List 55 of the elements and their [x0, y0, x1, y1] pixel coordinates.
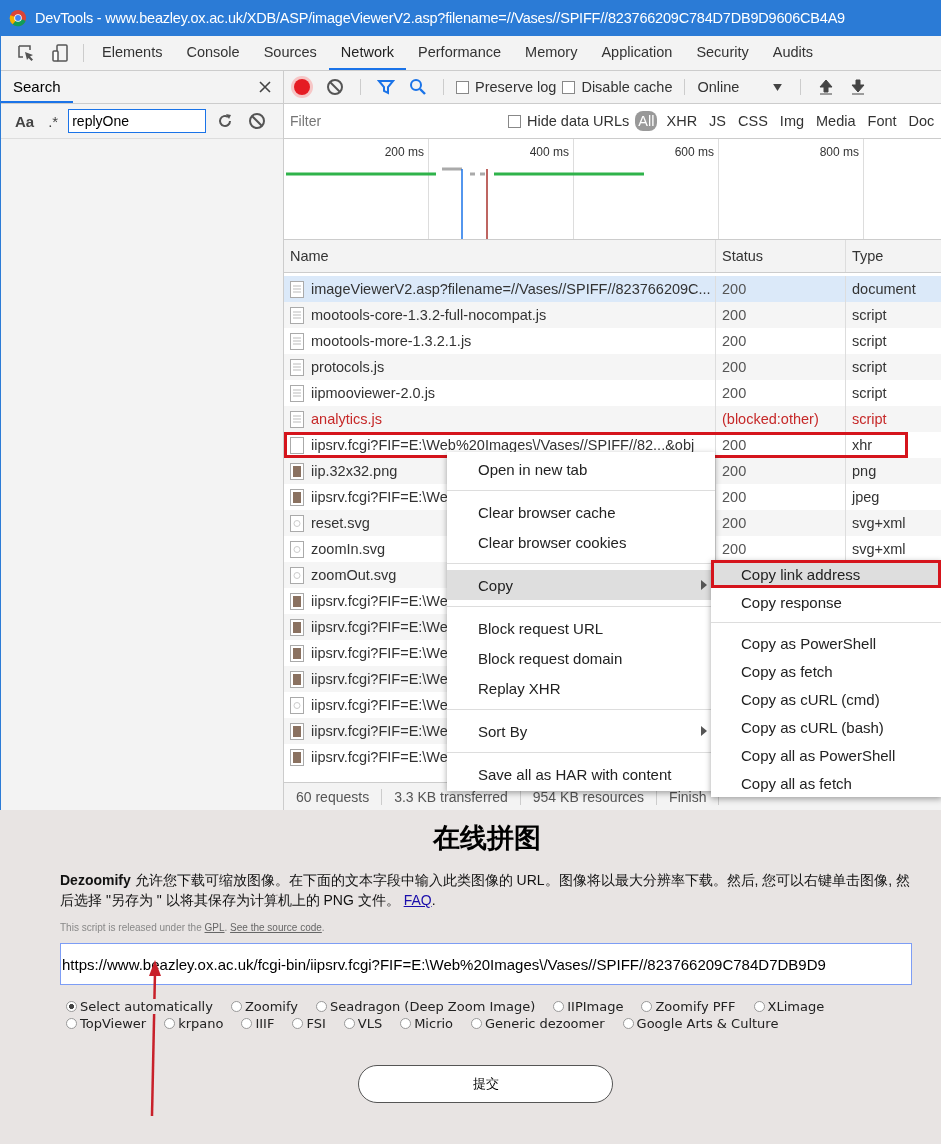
status-cell: 200 — [722, 541, 747, 557]
status-cell: (blocked:other) — [722, 411, 819, 427]
request-name: zoomIn.svg — [311, 541, 386, 557]
intro-paragraph: Dezoomify 允许您下载可缩放图像。在下面的文本字段中输入此类图像的 URL。图像将以最大分辨率下载。然后, 您可以右键单击图像, 然后选择 "另存为 " 以将其保存为计算机上的 PNG 文件。 FAQ. — [60, 871, 912, 910]
request-name: iipsrv.fcgi?FIF=E:\We — [311, 749, 448, 765]
request-name: iipsrv.fcgi?FIF=E:\We — [311, 619, 448, 635]
type-cell: script — [852, 333, 887, 349]
request-name: mootools-more-1.3.2.1.js — [311, 333, 472, 349]
status-cell: 200 — [722, 489, 747, 505]
type-cell: svg+xml — [852, 515, 906, 531]
request-name: iipsrv.fcgi?FIF=E:\We — [311, 723, 448, 739]
disable-cache-label: Disable cache — [581, 79, 673, 95]
request-name: mootools-core-1.3.2-full-nocompat.js — [311, 307, 547, 323]
license-text: This script is released under the — [60, 922, 202, 933]
status-cell: 200 — [722, 359, 747, 375]
request-name: iipsrv.fcgi?FIF=E:\We — [311, 671, 448, 687]
type-cell: xhr — [852, 437, 873, 453]
request-name: imageViewerV2.asp?filename=//Vases//SPIFF//823766209C... — [311, 281, 711, 297]
tick-label: 200 ms — [384, 145, 424, 159]
type-cell: script — [852, 385, 887, 401]
request-name: protocols.js — [311, 359, 385, 375]
type-cell: script — [852, 411, 887, 427]
type-cell: png — [852, 463, 877, 479]
request-name: reset.svg — [311, 515, 370, 531]
window-title: DevTools - www.beazley.ox.ac.uk/XDB/ASP/imageViewerV2.asp?filename=//Vases//SPIFF//823766209C784D7DB9D9606CB4A9 — [35, 10, 845, 26]
request-name: iipsrv.fcgi?FIF=E:\We — [311, 489, 448, 505]
tick-label: 400 ms — [529, 145, 569, 159]
request-name: iipsrv.fcgi?FIF=E:\Web%20Images\/Vases//SPIFF//82...&obj — [311, 437, 695, 453]
status-cell: 200 — [722, 333, 747, 349]
request-name: iipsrv.fcgi?FIF=E:\We — [311, 697, 448, 713]
status-cell: 200 — [722, 307, 747, 323]
request-name: analytics.js — [311, 411, 382, 427]
status-cell: 200 — [722, 515, 747, 531]
type-cell: script — [852, 307, 887, 323]
preserve-log-label: Preserve log — [475, 79, 557, 95]
type-cell: svg+xml — [852, 541, 906, 557]
request-name: iipmooviewer-2.0.js — [311, 385, 436, 401]
request-name: iipsrv.fcgi?FIF=E:\We — [311, 593, 448, 609]
tick-label: 600 ms — [674, 145, 714, 159]
request-name: iip.32x32.png — [311, 463, 398, 479]
type-cell: jpeg — [852, 489, 880, 505]
type-cell: document — [852, 281, 916, 297]
status-cell: 200 — [722, 385, 747, 401]
request-name: zoomOut.svg — [311, 567, 397, 583]
status-cell: 200 — [722, 437, 747, 453]
status-text: 60 requests — [284, 789, 383, 805]
status-cell: 200 — [722, 463, 747, 479]
license-text: . — [321, 922, 325, 933]
type-cell: script — [852, 359, 887, 375]
hide-data-urls-label: Hide data URLs — [527, 113, 630, 129]
request-name: iipsrv.fcgi?FIF=E:\We — [311, 645, 448, 661]
page-heading: 在线拼图 — [431, 821, 542, 855]
license-text: . — [224, 922, 228, 933]
status-cell: 200 — [722, 281, 747, 297]
tick-label: 800 ms — [819, 145, 859, 159]
